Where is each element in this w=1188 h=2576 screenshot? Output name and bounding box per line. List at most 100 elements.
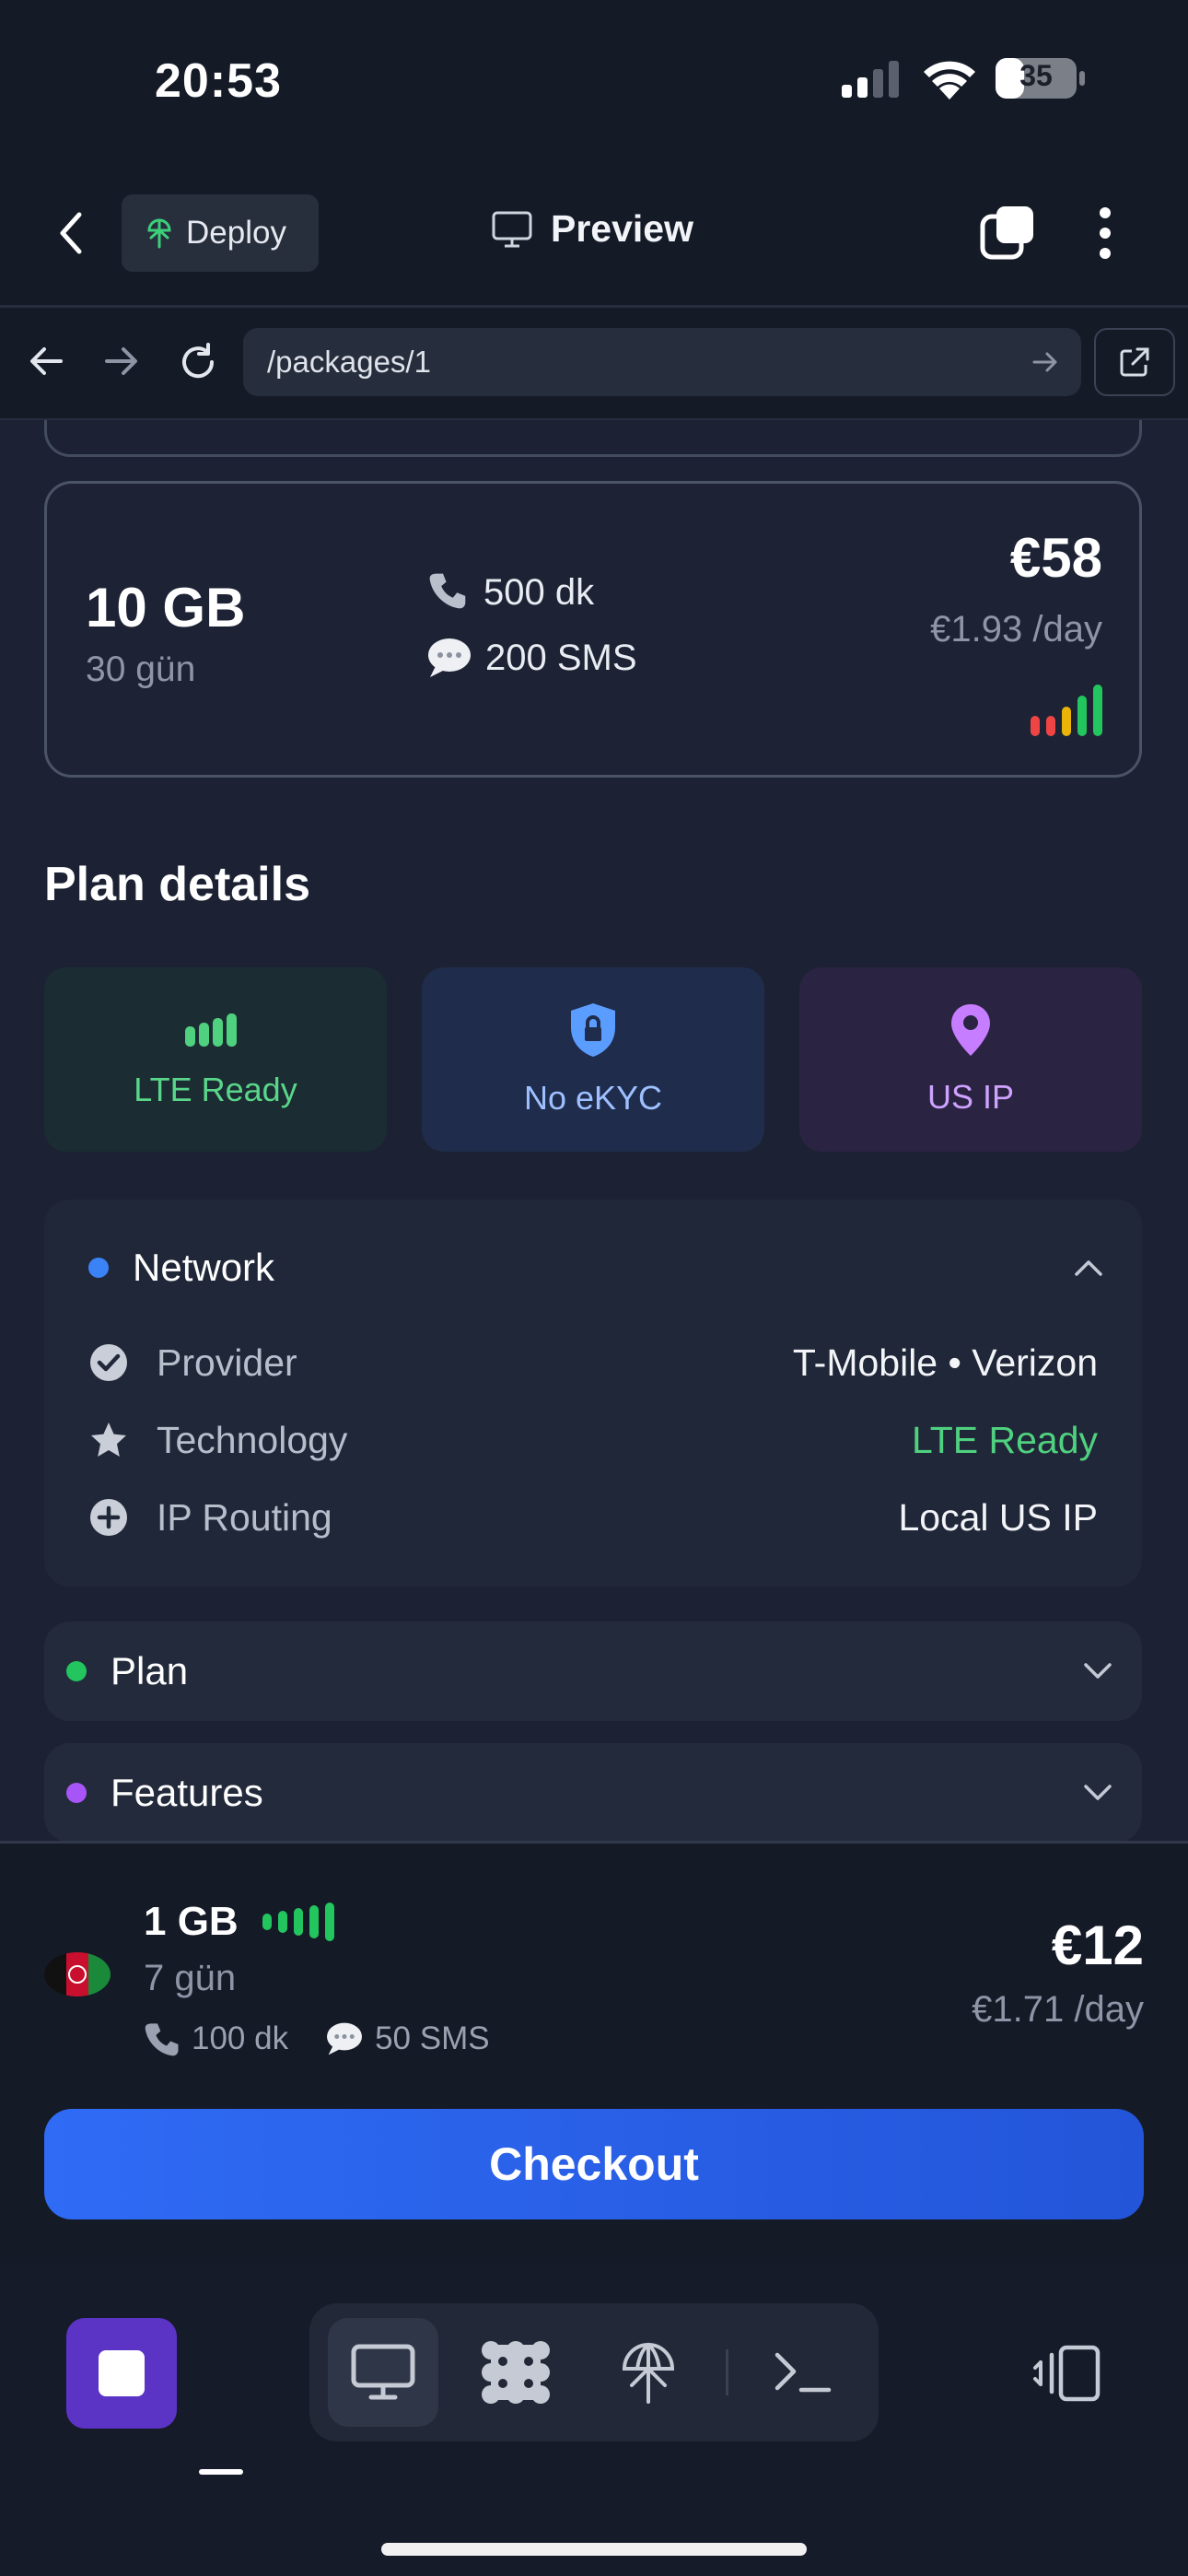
device-layout-button[interactable] xyxy=(1031,2344,1101,2403)
browser-toolbar: /packages/1 xyxy=(0,308,1188,420)
device-rotate-icon xyxy=(1031,2344,1101,2403)
package-price: €58 xyxy=(1009,527,1102,589)
tabs-icon[interactable] xyxy=(980,204,1037,261)
terminal-icon xyxy=(774,2349,833,2395)
ip-routing-value: Local US IP xyxy=(898,1495,1099,1539)
reload-icon[interactable] xyxy=(177,341,219,383)
ip-routing-row: IP Routing Local US IP xyxy=(88,1485,1098,1550)
deploy-icon xyxy=(146,217,173,249)
open-external-button[interactable] xyxy=(1094,328,1175,396)
selected-sms: 50 SMS xyxy=(325,2020,490,2057)
country-flag-icon xyxy=(44,1952,111,1996)
deploy-label: Deploy xyxy=(186,215,286,251)
package-minutes: 500 dk xyxy=(426,570,594,615)
back-chevron-icon[interactable] xyxy=(53,209,90,257)
workspace-tool-button[interactable] xyxy=(460,2318,571,2427)
plan-dot xyxy=(66,1661,87,1681)
selected-package-duration: 7 gün xyxy=(144,1958,237,1998)
more-options-icon[interactable] xyxy=(1098,207,1112,259)
package-data-amount: 10 GB xyxy=(86,577,246,638)
monitor-icon xyxy=(351,2344,415,2401)
selected-signal-indicator xyxy=(262,1903,334,1941)
monitor-icon xyxy=(492,211,532,248)
status-bar: 20:53 35 xyxy=(0,0,1188,161)
selected-per-day: €1.71 /day xyxy=(972,1989,1144,2030)
plus-circle-icon xyxy=(88,1497,129,1538)
features-title: Features xyxy=(111,1771,263,1814)
plan-panel-header: Plan xyxy=(66,1649,188,1693)
network-panel-header[interactable]: Network xyxy=(88,1246,274,1290)
preview-label: Preview xyxy=(551,207,693,250)
package-duration: 30 gün xyxy=(86,650,196,689)
plan-details-title: Plan details xyxy=(44,858,310,911)
preview-tool-button[interactable] xyxy=(328,2318,438,2427)
lte-ready-tile: LTE Ready xyxy=(44,967,387,1152)
browser-back-icon[interactable] xyxy=(28,345,64,378)
no-ekyc-label: No eKYC xyxy=(523,1079,663,1117)
features-dot xyxy=(66,1783,87,1803)
deploy-icon xyxy=(619,2339,678,2406)
selected-minutes: 100 dk xyxy=(144,2020,288,2057)
star-icon xyxy=(88,1420,129,1460)
phone-icon xyxy=(144,2020,181,2057)
previous-package-card[interactable] xyxy=(44,420,1142,457)
chevron-up-icon[interactable] xyxy=(1074,1259,1103,1277)
package-sms: 200 SMS xyxy=(426,637,637,679)
technology-value: LTE Ready xyxy=(911,1418,1098,1461)
speech-bubble-icon xyxy=(426,637,472,679)
checkout-button[interactable]: Checkout xyxy=(44,2109,1144,2219)
lte-ready-label: LTE Ready xyxy=(134,1071,297,1108)
active-tool-indicator xyxy=(199,2469,243,2475)
selected-package-extras: 100 dk 50 SMS xyxy=(144,2020,490,2057)
app-header: Deploy Preview xyxy=(0,161,1188,308)
selected-package-data: 1 GB xyxy=(144,1899,334,1945)
tool-divider xyxy=(726,2349,728,2395)
signal-bars-icon xyxy=(183,1010,248,1050)
network-panel: Network Provider T-Mobile • Verizon Tech… xyxy=(44,1200,1142,1587)
us-ip-label: US IP xyxy=(926,1078,1015,1116)
workspace-grid-icon xyxy=(480,2339,552,2406)
no-ekyc-tile: No eKYC xyxy=(422,967,764,1152)
us-ip-tile: US IP xyxy=(799,967,1142,1152)
package-per-day: €1.93 /day xyxy=(930,609,1102,650)
page-content[interactable]: 10 GB 30 gün 500 dk 200 SMS €58 €1.93 /d… xyxy=(0,420,1188,1841)
features-panel[interactable]: Features xyxy=(44,1743,1142,1841)
wifi-icon xyxy=(921,57,978,100)
chevron-down-icon[interactable] xyxy=(1083,1662,1112,1680)
browser-forward-icon[interactable] xyxy=(103,345,140,378)
status-time: 20:53 xyxy=(155,54,282,108)
features-panel-header: Features xyxy=(66,1771,263,1815)
stop-button[interactable] xyxy=(66,2318,177,2429)
package-card[interactable]: 10 GB 30 gün 500 dk 200 SMS €58 €1.93 /d… xyxy=(44,481,1142,778)
deploy-tool-button[interactable] xyxy=(593,2318,704,2427)
battery-icon: 35 xyxy=(995,57,1087,100)
go-arrow-icon[interactable] xyxy=(1031,350,1059,374)
url-input[interactable]: /packages/1 xyxy=(243,328,1081,396)
speech-bubble-icon xyxy=(325,2021,364,2056)
provider-value: T-Mobile • Verizon xyxy=(792,1341,1098,1384)
home-indicator xyxy=(381,2543,807,2556)
url-text: /packages/1 xyxy=(267,345,431,379)
deploy-button[interactable]: Deploy xyxy=(122,194,319,272)
signal-strength-indicator xyxy=(1031,685,1102,736)
preview-title: Preview xyxy=(492,207,693,251)
chevron-down-icon[interactable] xyxy=(1083,1784,1112,1802)
cellular-signal-icon xyxy=(840,61,904,98)
shield-lock-icon xyxy=(567,1001,619,1059)
selected-data-amount: 1 GB xyxy=(144,1899,239,1944)
technology-label: Technology xyxy=(157,1418,348,1461)
check-circle-icon xyxy=(88,1342,129,1383)
plan-panel[interactable]: Plan xyxy=(44,1622,1142,1721)
network-dot xyxy=(88,1258,109,1278)
provider-label: Provider xyxy=(157,1341,297,1384)
purchase-bar: 1 GB 7 gün 100 dk 50 SMS €12 €1.71 /day … xyxy=(0,1841,1188,2266)
provider-row: Provider T-Mobile • Verizon xyxy=(88,1330,1098,1395)
technology-row: Technology LTE Ready xyxy=(88,1408,1098,1472)
plan-title: Plan xyxy=(111,1649,189,1692)
battery-level: 35 xyxy=(1019,59,1053,92)
console-tool-button[interactable] xyxy=(748,2318,858,2427)
location-pin-icon xyxy=(949,1002,993,1058)
phone-icon xyxy=(426,570,471,615)
bottom-dock xyxy=(0,2263,1188,2576)
selected-price: €12 xyxy=(1051,1914,1144,1976)
